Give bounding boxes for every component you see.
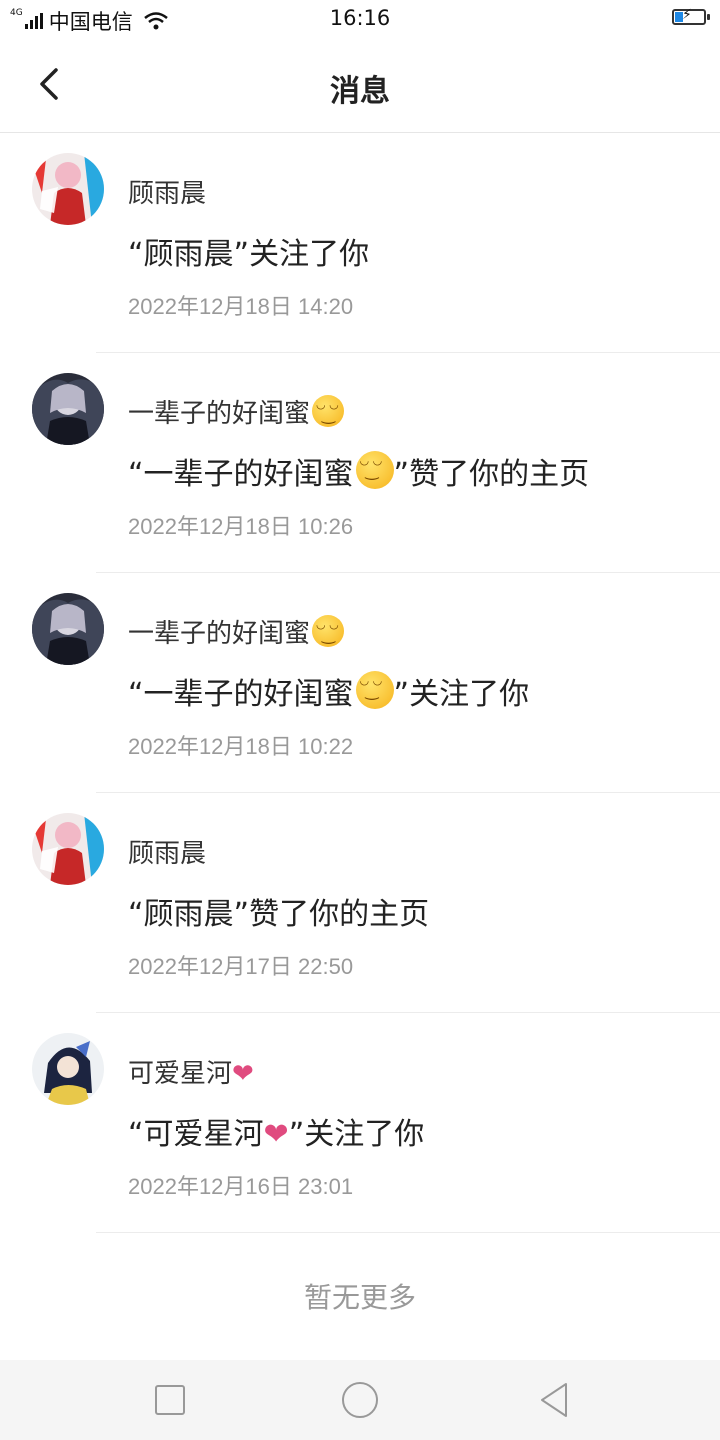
sender-name: 顾雨晨	[128, 839, 207, 869]
header: 消息	[0, 38, 720, 133]
smiling-face-emoji	[312, 395, 345, 427]
message-time: 2022年12月18日 10:26	[128, 514, 354, 539]
recent-apps-square-icon[interactable]	[150, 1380, 190, 1420]
message-text: “可爱星河❤”关注了你	[128, 1117, 425, 1152]
message-item[interactable]: 可爱星河❤ “可爱星河❤”关注了你 2022年12月16日 23:01	[0, 1013, 720, 1233]
sender-name: 一辈子的好闺蜜	[128, 393, 345, 430]
smiling-face-emoji	[355, 671, 394, 709]
clock: 16:16	[329, 6, 391, 30]
home-circle-icon[interactable]	[340, 1380, 380, 1420]
avatar[interactable]	[32, 1033, 104, 1105]
message-item[interactable]: 顾雨晨 “顾雨晨”关注了你 2022年12月18日 14:20	[0, 133, 720, 353]
status-bar: 4G 中国电信 16:16 ⚡	[0, 0, 720, 38]
page-title: 消息	[330, 74, 390, 109]
back-triangle-icon[interactable]	[534, 1380, 574, 1420]
message-time: 2022年12月18日 14:20	[128, 294, 354, 319]
message-text: “一辈子的好闺蜜”关注了你	[128, 669, 529, 713]
message-text: “顾雨晨”赞了你的主页	[128, 897, 430, 932]
smiling-face-emoji	[355, 451, 394, 489]
sender-name: 一辈子的好闺蜜	[128, 613, 345, 650]
message-item[interactable]: 一辈子的好闺蜜 “一辈子的好闺蜜”关注了你 2022年12月18日 10:22	[0, 573, 720, 793]
message-time: 2022年12月18日 10:22	[128, 734, 354, 759]
message-item[interactable]: 顾雨晨 “顾雨晨”赞了你的主页 2022年12月17日 22:50	[0, 793, 720, 1013]
message-list: 顾雨晨 “顾雨晨”关注了你 2022年12月18日 14:20 一辈子的好闺蜜 …	[0, 133, 720, 1233]
message-time: 2022年12月16日 23:01	[128, 1174, 354, 1199]
avatar[interactable]	[32, 153, 104, 225]
avatar[interactable]	[32, 813, 104, 885]
message-text: “顾雨晨”关注了你	[128, 237, 370, 272]
charging-icon: ⚡	[682, 7, 692, 23]
system-nav-bar	[0, 1360, 720, 1440]
message-time: 2022年12月17日 22:50	[128, 954, 354, 979]
message-text: “一辈子的好闺蜜”赞了你的主页	[128, 449, 589, 493]
no-more-text: 暂无更多	[303, 1281, 416, 1314]
smiling-face-emoji	[312, 615, 345, 647]
sender-name: 可爱星河❤	[128, 1059, 254, 1089]
sender-name: 顾雨晨	[128, 179, 207, 209]
battery-icon: ⚡	[672, 7, 710, 25]
heart-emoji: ❤	[232, 1059, 254, 1089]
message-item[interactable]: 一辈子的好闺蜜 “一辈子的好闺蜜”赞了你的主页 2022年12月18日 10:2…	[0, 353, 720, 573]
heart-emoji: ❤	[263, 1117, 289, 1152]
avatar[interactable]	[32, 593, 104, 665]
avatar[interactable]	[32, 373, 104, 445]
